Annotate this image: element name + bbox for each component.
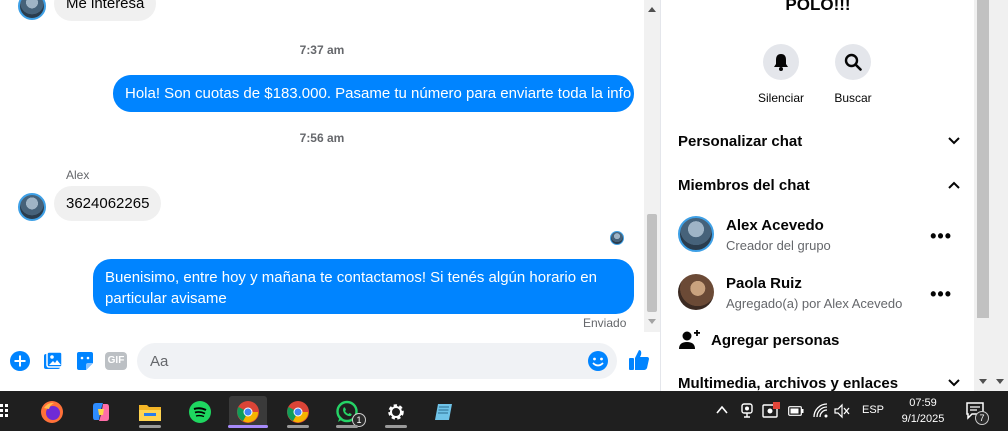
search-button[interactable]: Buscar [823,44,883,105]
battery-icon[interactable] [788,406,804,416]
member-role: Creador del grupo [726,238,831,253]
chevron-up-icon[interactable] [716,405,728,415]
section-customize-chat[interactable]: Personalizar chat [678,126,960,156]
chevron-down-icon [948,137,960,145]
chat-scrollbar[interactable] [644,0,660,332]
sticker-icon[interactable] [74,350,96,372]
member-name: Alex Acevedo [726,217,824,234]
message-input-box[interactable] [137,343,617,379]
scroll-thumb[interactable] [647,214,657,312]
language-indicator[interactable]: ESP [862,404,884,416]
scroll-down-arrow[interactable] [996,379,1004,384]
add-people-label: Agregar personas [711,331,840,349]
message-incoming[interactable]: Me interesa [54,0,157,21]
scroll-down-arrow[interactable] [648,319,656,324]
section-label: Multimedia, archivos y enlaces [678,374,899,392]
plus-circle-icon[interactable] [9,350,31,372]
mute-button[interactable]: Silenciar [751,44,811,105]
seen-avatar [610,231,624,245]
scroll-down-arrow[interactable] [979,379,987,384]
group-title: POLO!!! [785,0,851,14]
search-icon [844,53,862,71]
sender-name: Alex [66,168,90,182]
chevron-down-icon [948,379,960,387]
add-people-button[interactable]: Agregar personas [678,327,839,353]
camera-icon[interactable] [740,403,754,419]
file-explorer-icon[interactable] [131,396,169,428]
section-label: Personalizar chat [678,132,803,150]
member-item[interactable]: Paola Ruiz Agregado(a) por Alex Acevedo … [678,274,960,318]
settings-icon[interactable] [377,396,415,428]
timestamp: 7:37 am [299,43,345,57]
chrome-icon[interactable] [279,396,317,428]
chrome-icon[interactable] [228,396,268,428]
messenger-window: Me interesa 7:37 am Hola! Son cuotas de … [0,0,1008,391]
section-media-files-links[interactable]: Multimedia, archivos y enlaces [678,368,960,391]
notification-count-badge: 7 [975,411,989,425]
message-outgoing[interactable]: Buenisimo, entre hoy y mañana te contact… [93,259,634,314]
avatar[interactable] [18,0,46,20]
gif-icon[interactable]: GIF [105,352,127,370]
member-role: Agregado(a) por Alex Acevedo [726,296,903,311]
avatar [678,274,714,310]
notepad-icon[interactable] [425,396,463,428]
chevron-up-icon [948,181,960,189]
clock-time: 07:59 [909,397,937,409]
message-list: Me interesa 7:37 am Hola! Son cuotas de … [0,0,644,332]
avatar[interactable] [18,193,46,221]
chat-area: Me interesa 7:37 am Hola! Son cuotas de … [0,0,661,391]
scroll-thumb[interactable] [977,0,989,318]
more-options-icon[interactable]: ••• [930,284,952,305]
taskbar: 1 ESP 07:59 9/1/2025 7 [0,391,1008,431]
wifi-icon[interactable] [813,403,829,419]
more-options-icon[interactable]: ••• [930,226,952,247]
task-view-icon[interactable] [0,404,10,418]
thumbs-up-icon[interactable] [627,348,651,372]
panel-scrollbar[interactable] [974,0,1008,391]
scroll-up-arrow[interactable] [648,7,656,12]
screen-capture-icon[interactable] [762,402,780,420]
add-person-icon [679,330,700,349]
member-item[interactable]: Alex Acevedo Creador del grupo ••• [678,216,960,260]
search-label: Buscar [834,91,872,105]
emoji-icon[interactable] [587,350,609,372]
avatar [678,216,714,252]
mute-label: Silenciar [757,91,805,105]
message-input[interactable] [150,343,570,379]
section-label: Miembros del chat [678,176,810,194]
firefox-icon[interactable] [33,396,71,428]
copilot-icon[interactable] [82,396,120,428]
clock[interactable]: 07:59 9/1/2025 [896,395,950,427]
spotify-icon[interactable] [181,396,219,428]
chat-info-panel: POLO!!! Silenciar Buscar Personalizar ch… [662,0,974,391]
volume-muted-icon[interactable] [834,403,850,419]
section-chat-members[interactable]: Miembros del chat [678,170,960,200]
message-incoming[interactable]: 3624062265 [54,186,162,221]
member-name: Paola Ruiz [726,275,802,292]
whatsapp-icon[interactable]: 1 [328,396,366,428]
sent-status: Enviado [583,316,627,330]
timestamp: 7:56 am [299,131,345,145]
composer: GIF [0,336,660,386]
bell-icon [774,54,788,71]
clock-date: 9/1/2025 [901,413,945,425]
message-outgoing[interactable]: Hola! Son cuotas de $183.000. Pasame tu … [113,75,634,112]
photo-icon[interactable] [42,350,64,372]
